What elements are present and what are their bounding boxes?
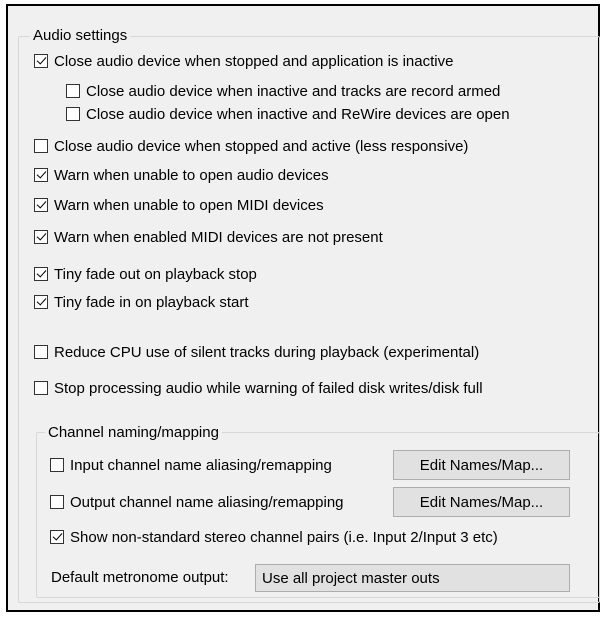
checkbox[interactable] <box>66 84 80 98</box>
close-when-active-checkbox[interactable]: Close audio device when stopped and acti… <box>34 136 468 156</box>
checkbox-label: Close audio device when stopped and appl… <box>54 52 454 70</box>
checkbox-label: Show non-standard stereo channel pairs (… <box>70 528 498 546</box>
checkbox-label: Close audio device when inactive and ReW… <box>86 105 510 123</box>
metronome-output-label: Default metronome output: <box>51 569 229 586</box>
checkbox[interactable] <box>34 139 48 153</box>
warn-audio-devices-checkbox[interactable]: Warn when unable to open audio devices <box>34 165 329 185</box>
checkbox-checked[interactable] <box>34 295 48 309</box>
checkbox-checked[interactable] <box>34 54 48 68</box>
checkbox[interactable] <box>34 345 48 359</box>
checkbox-checked[interactable] <box>34 168 48 182</box>
checkbox-label: Tiny fade in on playback start <box>54 293 249 311</box>
checkbox-label: Warn when unable to open MIDI devices <box>54 196 324 214</box>
reduce-cpu-silent-tracks-checkbox[interactable]: Reduce CPU use of silent tracks during p… <box>34 342 479 362</box>
checkbox-checked[interactable] <box>34 267 48 281</box>
checkbox-label: Close audio device when inactive and tra… <box>86 82 501 100</box>
edit-output-names-button[interactable]: Edit Names/Map... <box>393 487 570 517</box>
checkbox[interactable] <box>50 495 64 509</box>
checkbox[interactable] <box>66 107 80 121</box>
checkbox[interactable] <box>50 458 64 472</box>
checkbox-label: Close audio device when stopped and acti… <box>54 137 469 155</box>
channel-mapping-title: Channel naming/mapping <box>45 424 222 442</box>
checkbox-label: Warn when unable to open audio devices <box>54 166 329 184</box>
close-when-record-armed-checkbox[interactable]: Close audio device when inactive and tra… <box>66 81 500 101</box>
edit-input-names-button[interactable]: Edit Names/Map... <box>393 450 570 480</box>
checkbox-label: Input channel name aliasing/remapping <box>70 456 332 474</box>
checkbox-checked[interactable] <box>50 530 64 544</box>
warn-midi-not-present-checkbox[interactable]: Warn when enabled MIDI devices are not p… <box>34 227 383 247</box>
nonstandard-stereo-pairs-checkbox[interactable]: Show non-standard stereo channel pairs (… <box>50 527 498 547</box>
stop-processing-disk-full-checkbox[interactable]: Stop processing audio while warning of f… <box>34 378 483 398</box>
checkbox-label: Reduce CPU use of silent tracks during p… <box>54 343 480 361</box>
tiny-fade-out-checkbox[interactable]: Tiny fade out on playback stop <box>34 264 257 284</box>
checkbox-label: Warn when enabled MIDI devices are not p… <box>54 228 383 246</box>
close-when-rewire-open-checkbox[interactable]: Close audio device when inactive and ReW… <box>66 104 510 124</box>
checkbox-label: Output channel name aliasing/remapping <box>70 493 344 511</box>
output-aliasing-checkbox[interactable]: Output channel name aliasing/remapping <box>50 492 344 512</box>
input-aliasing-checkbox[interactable]: Input channel name aliasing/remapping <box>50 455 332 475</box>
checkbox-label: Stop processing audio while warning of f… <box>54 379 483 397</box>
checkbox[interactable] <box>34 381 48 395</box>
checkbox-checked[interactable] <box>34 198 48 212</box>
close-when-inactive-checkbox[interactable]: Close audio device when stopped and appl… <box>34 51 453 71</box>
checkbox-checked[interactable] <box>34 230 48 244</box>
checkbox-label: Tiny fade out on playback stop <box>54 265 257 283</box>
tiny-fade-in-checkbox[interactable]: Tiny fade in on playback start <box>34 292 249 312</box>
warn-midi-devices-checkbox[interactable]: Warn when unable to open MIDI devices <box>34 195 324 215</box>
metronome-output-select[interactable]: Use all project master outs <box>255 564 570 592</box>
audio-settings-title: Audio settings <box>30 27 131 45</box>
